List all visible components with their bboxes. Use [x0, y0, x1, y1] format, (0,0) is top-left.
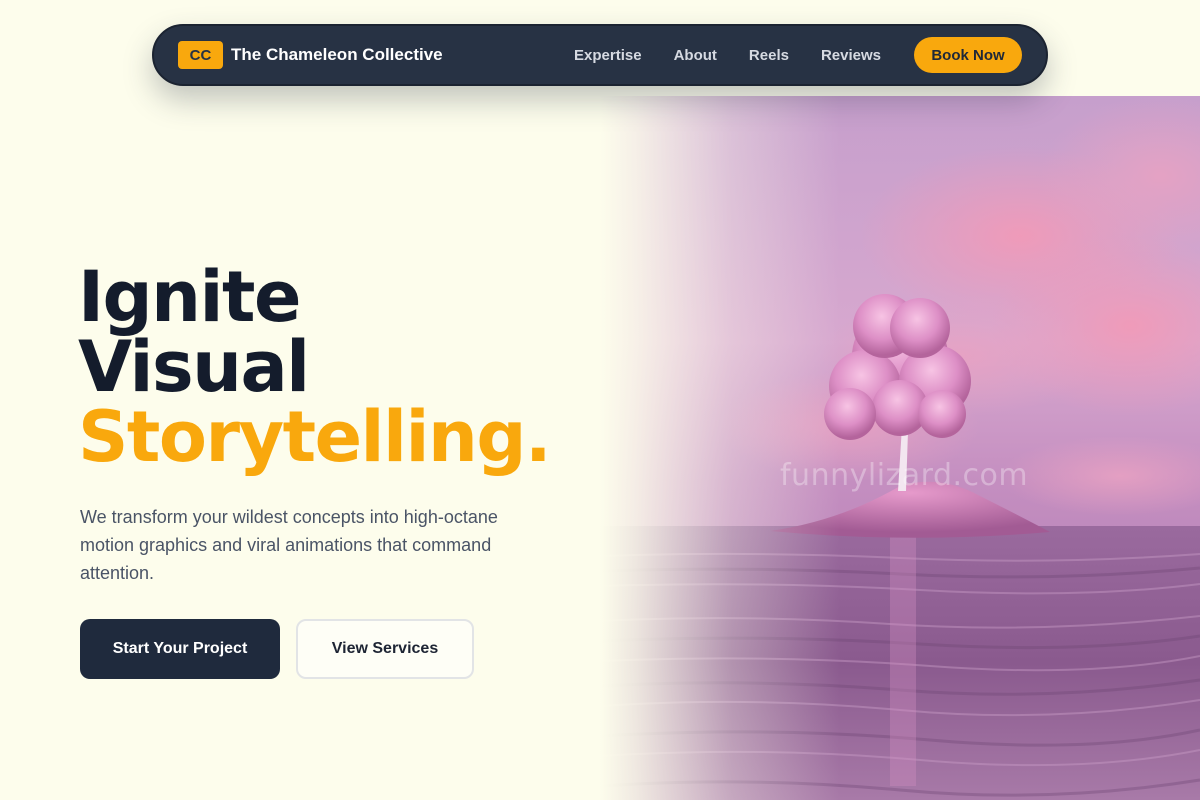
pink-tree-island-illustration	[600, 96, 1200, 800]
navbar: CC The Chameleon Collective Expertise Ab…	[152, 24, 1048, 86]
view-services-button[interactable]: View Services	[296, 619, 474, 679]
hero-headline: Ignite Visual Storytelling.	[78, 256, 552, 478]
headline-line-storytelling: Storytelling.	[78, 396, 552, 478]
start-project-button[interactable]: Start Your Project	[80, 619, 280, 679]
nav-links: Expertise About Reels Reviews	[574, 47, 881, 64]
book-now-button[interactable]: Book Now	[914, 37, 1022, 73]
logo-badge[interactable]: CC	[178, 41, 223, 69]
nav-link-about[interactable]: About	[674, 47, 717, 64]
nav-link-expertise[interactable]: Expertise	[574, 47, 642, 64]
nav-link-reviews[interactable]: Reviews	[821, 47, 881, 64]
brand-name[interactable]: The Chameleon Collective	[231, 45, 443, 65]
hero-image: funnylizard.com	[600, 96, 1200, 800]
headline-line-visual: Visual	[78, 326, 310, 408]
hero-subtitle: We transform your wildest concepts into …	[80, 507, 498, 583]
nav-link-reels[interactable]: Reels	[749, 47, 789, 64]
landing-page: funnylizard.com CC The Chameleon Collect…	[0, 0, 1200, 800]
headline-line-ignite: Ignite	[78, 256, 301, 338]
watermark-text: funnylizard.com	[780, 458, 1029, 493]
